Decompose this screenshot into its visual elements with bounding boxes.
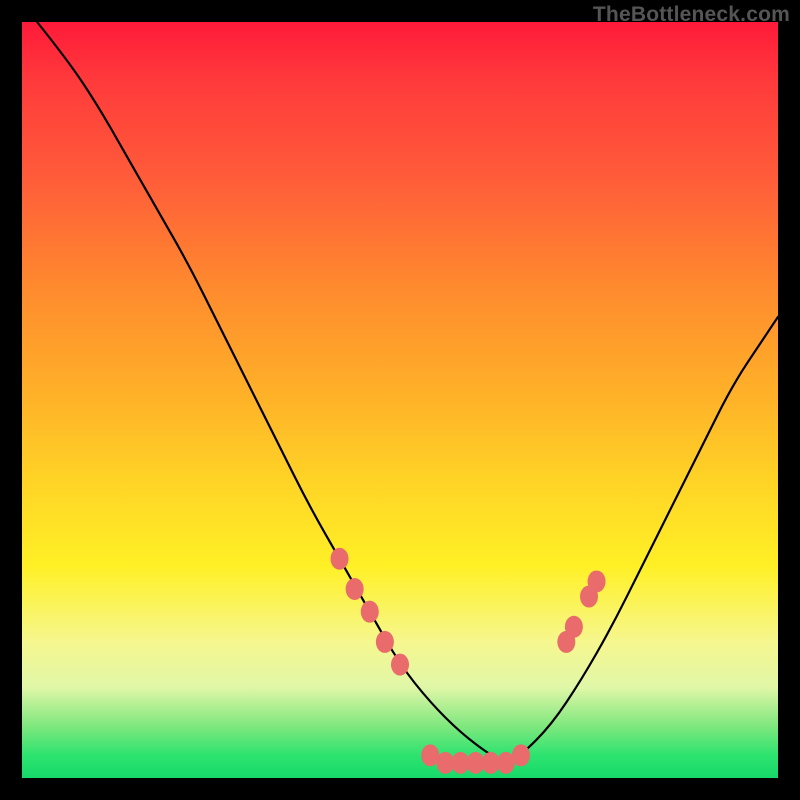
curve-markers <box>331 548 606 774</box>
curve-marker <box>565 616 583 638</box>
curve-marker <box>346 578 364 600</box>
curve-marker <box>361 601 379 623</box>
curve-marker <box>588 570 606 592</box>
plot-area <box>22 22 778 778</box>
curve-marker <box>512 744 530 766</box>
chart-frame: TheBottleneck.com <box>0 0 800 800</box>
curve-marker <box>331 548 349 570</box>
curve-marker <box>391 654 409 676</box>
bottleneck-curve <box>37 22 778 761</box>
curve-marker <box>376 631 394 653</box>
curve-layer <box>22 22 778 778</box>
watermark-text: TheBottleneck.com <box>593 3 790 27</box>
